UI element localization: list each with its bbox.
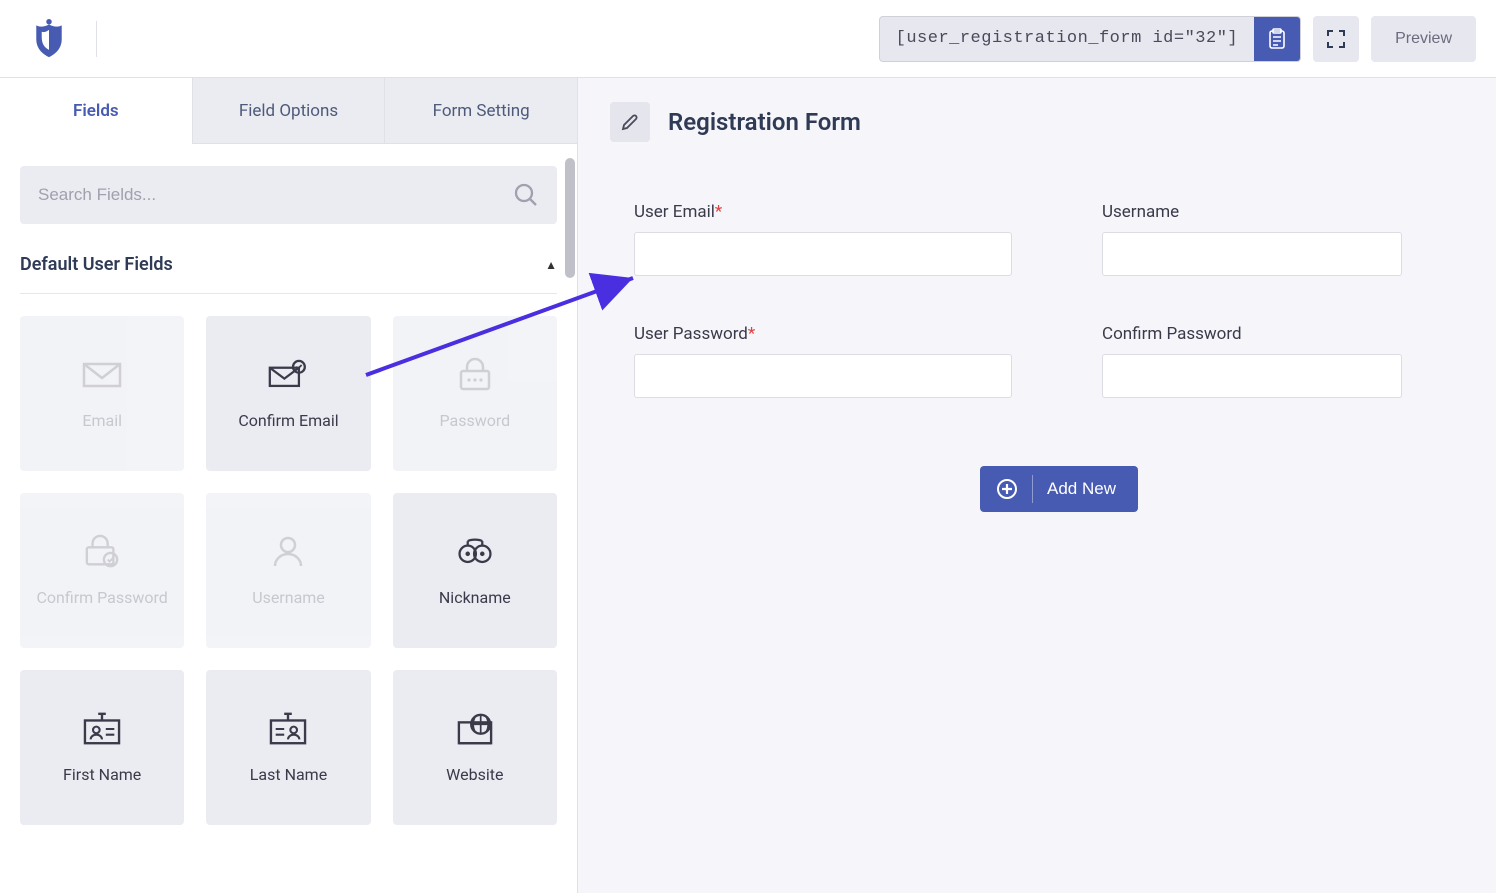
input-confirm-password — [1102, 354, 1402, 398]
field-username: Username — [206, 493, 370, 648]
form-field-user-email[interactable]: User Email* — [634, 202, 1012, 276]
app-header: [user_registration_form id="32"] Preview — [0, 0, 1496, 78]
search-icon — [513, 182, 539, 208]
form-title: Registration Form — [668, 108, 861, 136]
field-confirm-email[interactable]: Confirm Email — [206, 316, 370, 471]
section-title: Default User Fields — [20, 254, 173, 275]
brand-logo[interactable] — [30, 19, 68, 59]
fullscreen-button[interactable] — [1313, 16, 1359, 62]
collapse-caret-icon: ▲ — [545, 258, 557, 272]
sidebar-tabs: Fields Field Options Form Setting — [0, 78, 577, 144]
form-field-confirm-password[interactable]: Confirm Password — [1102, 324, 1402, 398]
tab-form-setting[interactable]: Form Setting — [384, 78, 577, 144]
tab-fields[interactable]: Fields — [0, 78, 192, 144]
input-user-password — [634, 354, 1012, 398]
form-row: User Password* Confirm Password — [634, 324, 1496, 398]
section-header[interactable]: Default User Fields ▲ — [20, 250, 557, 294]
email-icon — [82, 357, 122, 393]
input-username — [1102, 232, 1402, 276]
field-confirm-password: Confirm Password — [20, 493, 184, 648]
field-grid: Email Confirm Email Password Confirm Pas… — [20, 316, 557, 825]
shortcode-text: [user_registration_form id="32"] — [880, 17, 1254, 61]
edit-title-button[interactable] — [610, 102, 650, 142]
pencil-icon — [621, 113, 639, 131]
form-field-user-password[interactable]: User Password* — [634, 324, 1012, 398]
idcard-icon — [82, 711, 122, 747]
form-canvas: Registration Form User Email* Username U… — [577, 78, 1496, 893]
field-last-name[interactable]: Last Name — [206, 670, 370, 825]
user-icon — [268, 534, 308, 570]
sidebar: Fields Field Options Form Setting Defaul… — [0, 78, 577, 893]
nickname-icon — [455, 534, 495, 570]
fullscreen-icon — [1326, 29, 1346, 49]
form-field-username[interactable]: Username — [1102, 202, 1402, 276]
header-divider — [96, 21, 97, 57]
plus-circle-icon — [996, 478, 1018, 500]
sidebar-scrollbar[interactable] — [565, 158, 575, 278]
search-box — [20, 166, 557, 224]
add-new-button[interactable]: Add New — [980, 466, 1138, 512]
tab-field-options[interactable]: Field Options — [192, 78, 385, 144]
copy-shortcode-button[interactable] — [1254, 17, 1300, 61]
field-nickname[interactable]: Nickname — [393, 493, 557, 648]
confirm-email-icon — [268, 357, 308, 393]
search-input[interactable] — [38, 185, 513, 205]
form-row: User Email* Username — [634, 202, 1496, 276]
input-user-email — [634, 232, 1012, 276]
confirm-password-icon — [82, 534, 122, 570]
field-first-name[interactable]: First Name — [20, 670, 184, 825]
clipboard-icon — [1267, 28, 1287, 50]
website-icon — [455, 711, 495, 747]
field-website[interactable]: Website — [393, 670, 557, 825]
field-password: Password — [393, 316, 557, 471]
password-icon — [455, 357, 495, 393]
idcard-icon — [268, 711, 308, 747]
shortcode-box: [user_registration_form id="32"] — [879, 16, 1301, 62]
field-email: Email — [20, 316, 184, 471]
preview-button[interactable]: Preview — [1371, 16, 1476, 62]
